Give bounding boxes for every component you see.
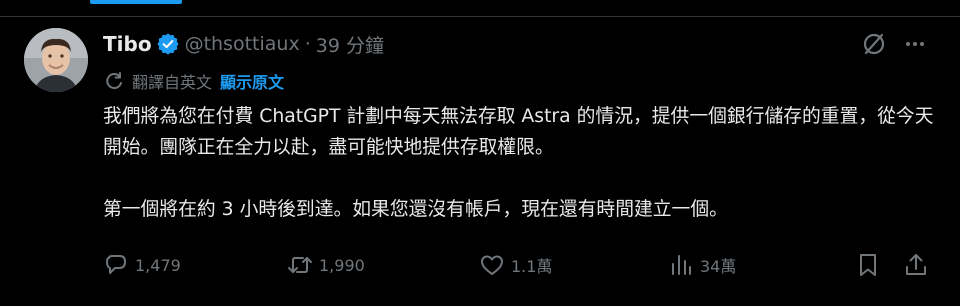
author-handle[interactable]: @thsottiaux bbox=[185, 33, 300, 55]
reply-button[interactable]: 1,479 bbox=[102, 248, 181, 282]
like-count: 1.1萬 bbox=[511, 257, 553, 276]
tweet-header: Tibo @thsottiaux · 39 分鐘 bbox=[103, 30, 384, 58]
translation-row: 翻譯自英文 顯示原文 bbox=[104, 69, 284, 93]
reply-icon bbox=[102, 251, 130, 279]
bookmark-icon bbox=[854, 251, 882, 279]
avatar-image bbox=[24, 28, 88, 92]
share-icon bbox=[902, 251, 930, 279]
avatar[interactable] bbox=[24, 28, 88, 92]
views-button[interactable]: 34萬 bbox=[667, 248, 736, 282]
tweet-text: 我們將為您在付費 ChatGPT 計劃中每天無法存取 Astra 的情況，提供一… bbox=[103, 101, 948, 225]
repost-icon bbox=[286, 251, 314, 279]
translated-from-label: 翻譯自英文 bbox=[132, 73, 213, 92]
repost-count: 1,990 bbox=[319, 255, 365, 275]
author-name[interactable]: Tibo bbox=[103, 32, 152, 56]
reply-count: 1,479 bbox=[135, 255, 181, 275]
translate-icon bbox=[104, 71, 124, 91]
tweet-paragraph: 第一個將在約 3 小時後到達。如果您還沒有帳戶，現在還有時間建立一個。 bbox=[103, 199, 728, 220]
timestamp[interactable]: 39 分鐘 bbox=[316, 31, 384, 58]
grok-icon[interactable] bbox=[860, 30, 888, 58]
share-button[interactable] bbox=[902, 248, 930, 282]
bookmark-button[interactable] bbox=[854, 248, 882, 282]
more-icon[interactable] bbox=[901, 30, 929, 58]
like-icon bbox=[478, 251, 506, 279]
top-divider bbox=[0, 16, 960, 17]
tweet-paragraph: 我們將為您在付費 ChatGPT 計劃中每天無法存取 Astra 的情況，提供一… bbox=[103, 106, 934, 158]
verified-badge-icon bbox=[156, 33, 179, 55]
show-original-link[interactable]: 顯示原文 bbox=[220, 69, 284, 93]
separator-dot: · bbox=[304, 33, 311, 55]
action-bar: 1,479 1,990 1.1萬 34萬 bbox=[100, 248, 940, 282]
views-count: 34萬 bbox=[700, 257, 737, 276]
repost-button[interactable]: 1,990 bbox=[286, 248, 365, 282]
tab-indicator bbox=[90, 0, 182, 4]
views-icon bbox=[667, 251, 695, 279]
like-button[interactable]: 1.1萬 bbox=[478, 248, 552, 282]
